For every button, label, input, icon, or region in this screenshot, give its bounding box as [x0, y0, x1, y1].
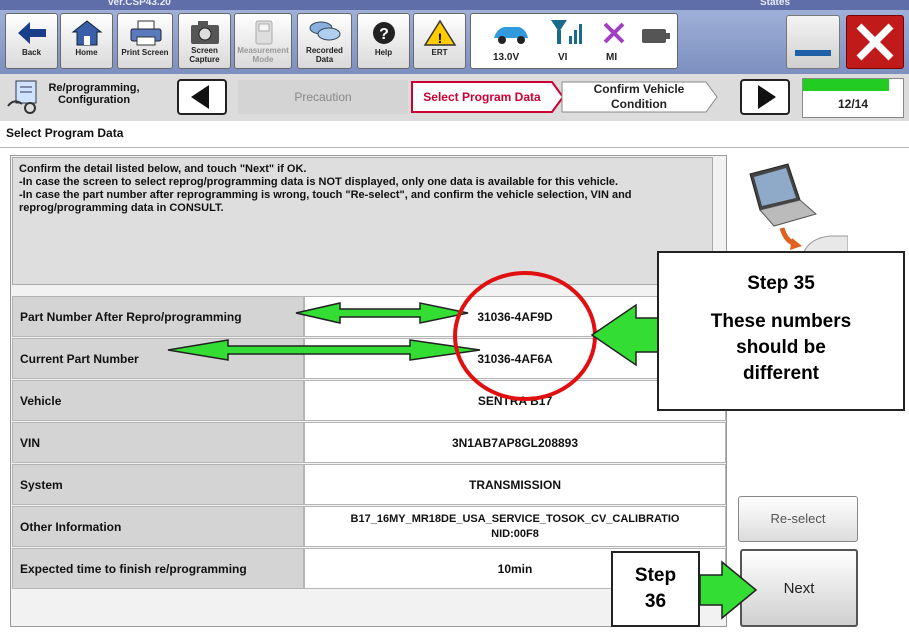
detail-label: System: [12, 464, 304, 505]
voltage-readout: 13.0V: [493, 52, 520, 63]
car-icon: [494, 27, 528, 44]
region-label: States: [760, 0, 791, 8]
progress-bar-fill: [803, 79, 889, 91]
detail-value: B17_16MY_MR18DE_USA_SERVICE_TOSOK_CV_CAL…: [304, 506, 726, 547]
home-icon: [71, 20, 103, 46]
camera-icon: [191, 21, 219, 44]
mi-label: MI: [606, 52, 618, 63]
toolbar: Back Home Print Screen Screen Capture Me…: [0, 10, 909, 74]
left-arrow-icon: [191, 85, 209, 109]
page-title-bar: Select Program Data: [0, 121, 909, 148]
detail-value: 3N1AB7AP8GL208893: [304, 422, 726, 463]
print-screen-button[interactable]: Print Screen: [117, 13, 173, 69]
prev-step-button[interactable]: [177, 79, 227, 115]
detail-row: System TRANSMISSION: [12, 464, 726, 506]
minimize-icon: [795, 50, 831, 56]
back-arrow-icon: [18, 22, 46, 44]
callout-step-35-line: different: [743, 363, 819, 384]
step-confirm-vehicle-condition: Confirm Vehicle Condition: [593, 82, 685, 111]
mi-disconnected-icon: [603, 22, 625, 44]
progress-row: Re/programming, Configuration Precaution…: [0, 74, 909, 122]
vi-label: VI: [558, 52, 568, 63]
next-step-button[interactable]: [740, 79, 790, 115]
progress-indicator: 12/14: [802, 78, 904, 118]
detail-label: VIN: [12, 422, 304, 463]
callout-step-35-line: These numbers: [710, 311, 852, 332]
signal-icon: [551, 20, 582, 44]
home-button[interactable]: Home: [60, 13, 113, 69]
other-info-line-1: B17_16MY_MR18DE_USA_SERVICE_TOSOK_CV_CAL…: [350, 513, 680, 525]
detail-row: Other Information B17_16MY_MR18DE_USA_SE…: [12, 506, 726, 548]
detail-label: Part Number After Repro/programming: [12, 296, 304, 337]
step-precaution: Precaution: [238, 80, 408, 114]
battery-icon: [642, 29, 670, 43]
reprogramming-icon: [7, 80, 37, 114]
svg-text:?: ?: [379, 26, 389, 43]
detail-row: Part Number After Repro/programming 3103…: [12, 296, 726, 338]
minimize-button[interactable]: [786, 15, 840, 69]
consult-laptop-icon: [749, 163, 848, 260]
detail-label: Other Information: [12, 506, 304, 547]
recorded-data-button[interactable]: Recorded Data: [297, 13, 352, 69]
help-button[interactable]: ? Help: [357, 13, 410, 69]
detail-label: Expected time to finish re/programming: [12, 548, 304, 589]
step-36-callout: Step 36: [611, 551, 700, 627]
screen-capture-button[interactable]: Screen Capture: [178, 13, 231, 69]
instruction-line-3: -In case the part number after reprogram…: [19, 189, 632, 214]
close-icon: [856, 23, 894, 61]
instruction-line-1: Confirm the detail listed below, and tou…: [19, 163, 307, 175]
detail-label: Vehicle: [12, 380, 304, 421]
callout-step-36-line: Step: [634, 565, 677, 586]
measurement-mode-button[interactable]: Measurement Mode: [234, 13, 292, 69]
back-button[interactable]: Back: [5, 13, 58, 69]
printer-icon: [130, 20, 162, 46]
right-arrow-icon: [758, 85, 776, 109]
status-panel: 13.0V VI MI: [470, 13, 678, 69]
meter-icon: [255, 20, 273, 45]
ert-button[interactable]: ! ERT: [413, 13, 466, 69]
version-label: ver.CSP43.20: [108, 0, 171, 8]
detail-row: Vehicle SENTRA B17: [12, 380, 726, 422]
warning-icon: !: [423, 19, 457, 46]
next-button[interactable]: Next: [740, 549, 858, 627]
instructions-box: Confirm the detail listed below, and tou…: [12, 157, 713, 285]
instruction-line-2: -In case the screen to select reprog/pro…: [19, 176, 619, 188]
section-label: Re/programming, Configuration: [48, 82, 140, 106]
reselect-button[interactable]: Re-select: [738, 496, 858, 542]
progress-counter: 12/14: [837, 97, 869, 111]
help-icon: ?: [373, 22, 395, 44]
other-info-line-2: NID:00F8: [491, 528, 539, 540]
detail-value: TRANSMISSION: [304, 464, 726, 505]
detail-row: Current Part Number 31036-4AF6A: [12, 338, 726, 380]
step-select-program-data: Select Program Data: [423, 90, 541, 104]
title-strip: ver.CSP43.20 States: [0, 0, 909, 10]
recorded-data-icon: [309, 21, 341, 41]
svg-text:!: !: [438, 30, 443, 46]
close-button[interactable]: [846, 15, 904, 69]
detail-row: VIN 3N1AB7AP8GL208893: [12, 422, 726, 464]
callout-step-35-title: Step 35: [747, 273, 815, 294]
page-title: Select Program Data: [6, 126, 124, 140]
callout-step-36-line: 36: [644, 591, 667, 612]
detail-label: Current Part Number: [12, 338, 304, 379]
step-35-callout: Step 35 These numbers should be differen…: [657, 251, 905, 411]
callout-step-35-line: should be: [736, 337, 826, 358]
